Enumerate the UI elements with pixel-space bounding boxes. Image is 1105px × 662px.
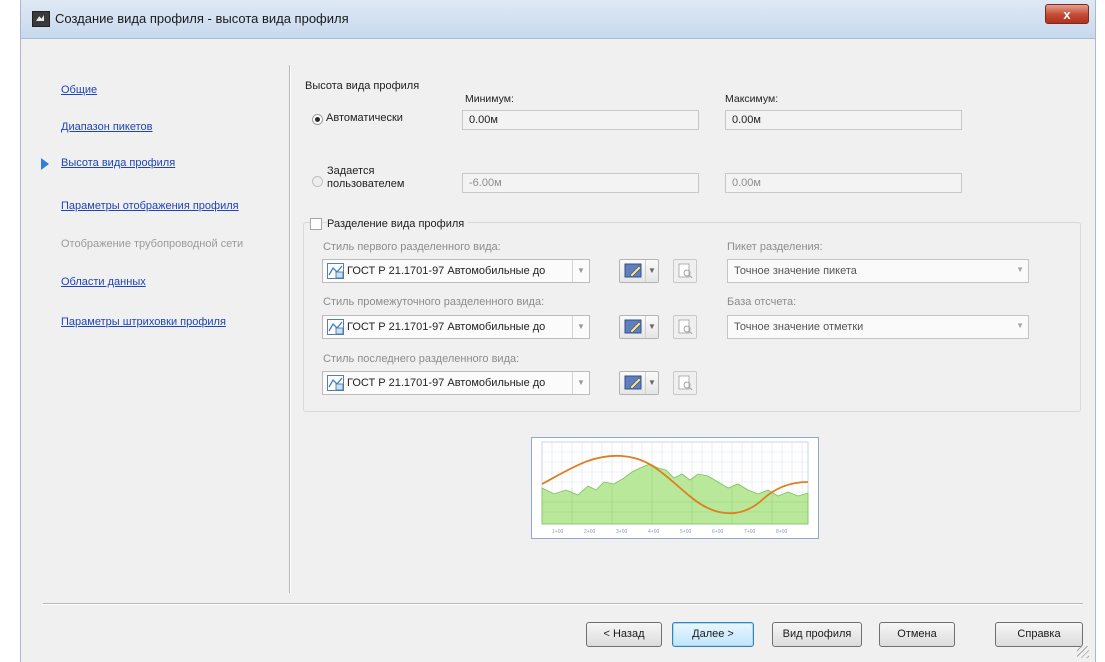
user-min-field[interactable]: -6.00м (462, 173, 699, 193)
auto-max-field: 0.00м (725, 110, 962, 130)
mid-style-preview-button[interactable] (673, 315, 697, 339)
chevron-down-icon: ▼ (572, 260, 589, 282)
last-style-edit-button[interactable]: ▼ (619, 371, 659, 395)
last-style-label: Стиль последнего разделенного вида: (323, 353, 520, 365)
profile-view-style-icon (327, 319, 344, 335)
tick-label: 5+00 (680, 529, 691, 535)
tick-label: 4+00 (648, 529, 659, 535)
tick-label: 7+00 (744, 529, 755, 535)
wizard-nav: Общие Диапазон пикетов Высота вида профи… (21, 38, 291, 598)
mid-style-value: ГОСТ Р 21.1701-97 Автомобильные до (347, 321, 546, 333)
auto-radio[interactable] (312, 114, 323, 125)
create-profile-view-dialog: Создание вида профиля - высота вида проф… (20, 0, 1096, 662)
nav-item-pipe-network-display: Отображение трубопроводной сети (61, 238, 244, 250)
nav-item-hatch-options[interactable]: Параметры штриховки профиля (61, 316, 226, 328)
tick-label: 8+00 (776, 529, 787, 535)
nav-item-data-bands[interactable]: Области данных (61, 276, 146, 288)
chevron-down-icon: ▼ (645, 316, 658, 338)
preview-icon (678, 319, 693, 335)
profile-preview-graphic: 1+00 2+00 3+00 4+00 5+00 6+00 7+00 8+00 (541, 441, 809, 535)
bottom-divider (43, 603, 1083, 605)
user-radio-label-line1: Задается (327, 165, 375, 177)
first-style-edit-button[interactable]: ▼ (619, 259, 659, 283)
create-profile-view-button[interactable]: Вид профиля (772, 622, 862, 647)
tick-label: 2+00 (584, 529, 595, 535)
station-select[interactable]: Точное значение пикета ▼ (727, 259, 1029, 283)
tick-label: 1+00 (552, 529, 563, 535)
mid-style-label: Стиль промежуточного разделенного вида: (323, 296, 545, 308)
station-label: Пикет разделения: (727, 241, 823, 253)
close-button[interactable]: x (1045, 4, 1089, 24)
user-max-field[interactable]: 0.00м (725, 173, 962, 193)
datum-value: Точное значение отметки (734, 321, 864, 333)
tick-label: 6+00 (712, 529, 723, 535)
mid-style-select[interactable]: ГОСТ Р 21.1701-97 Автомобильные до ▼ (322, 315, 590, 339)
profile-view-style-icon (327, 375, 344, 391)
chevron-down-icon: ▼ (572, 372, 589, 394)
preview-icon (678, 263, 693, 279)
window-title: Создание вида профиля - высота вида проф… (55, 11, 349, 26)
chevron-down-icon: ▼ (1016, 265, 1024, 274)
chevron-down-icon: ▼ (645, 260, 658, 282)
height-section-label: Высота вида профиля (305, 80, 420, 92)
max-header: Максимум: (725, 93, 779, 105)
nav-item-profile-display-options[interactable]: Параметры отображения профиля (61, 200, 239, 212)
profile-view-style-icon (327, 263, 344, 279)
resize-grip-icon[interactable] (1077, 646, 1089, 658)
station-value: Точное значение пикета (734, 265, 857, 277)
first-style-select[interactable]: ГОСТ Р 21.1701-97 Автомобильные до ▼ (322, 259, 590, 283)
first-style-preview-button[interactable] (673, 259, 697, 283)
datum-select[interactable]: Точное значение отметки ▼ (727, 315, 1029, 339)
profile-preview: 1+00 2+00 3+00 4+00 5+00 6+00 7+00 8+00 (531, 437, 819, 539)
split-checkbox[interactable] (310, 218, 322, 230)
auto-radio-label: Автоматически (326, 112, 403, 124)
vertical-divider (289, 65, 291, 593)
user-radio[interactable] (312, 176, 323, 187)
chevron-down-icon: ▼ (645, 372, 658, 394)
help-button[interactable]: Справка (995, 622, 1083, 647)
title-bar[interactable]: Создание вида профиля - высота вида проф… (21, 0, 1095, 39)
first-style-label: Стиль первого разделенного вида: (323, 241, 501, 253)
nav-item-profile-view-height[interactable]: Высота вида профиля (61, 157, 175, 169)
app-icon (32, 11, 50, 27)
min-header: Минимум: (465, 93, 514, 105)
auto-min-field: 0.00м (462, 110, 699, 130)
current-step-arrow-icon (41, 158, 49, 170)
cancel-button[interactable]: Отмена (879, 622, 955, 647)
last-style-select[interactable]: ГОСТ Р 21.1701-97 Автомобильные до ▼ (322, 371, 590, 395)
first-style-value: ГОСТ Р 21.1701-97 Автомобильные до (347, 265, 546, 277)
user-radio-label-line2: пользователем (327, 178, 405, 190)
edit-style-icon (624, 375, 642, 390)
last-style-value: ГОСТ Р 21.1701-97 Автомобильные до (347, 377, 546, 389)
nav-item-general[interactable]: Общие (61, 84, 97, 96)
datum-label: База отсчета: (727, 296, 797, 308)
back-button[interactable]: < Назад (586, 622, 662, 647)
chevron-down-icon: ▼ (1016, 321, 1024, 330)
nav-item-station-range[interactable]: Диапазон пикетов (61, 121, 153, 133)
split-checkbox-label: Разделение вида профиля (327, 218, 469, 230)
edit-style-icon (624, 319, 642, 334)
preview-icon (678, 375, 693, 391)
next-button[interactable]: Далее > (672, 622, 754, 647)
edit-style-icon (624, 263, 642, 278)
mid-style-edit-button[interactable]: ▼ (619, 315, 659, 339)
tick-label: 3+00 (616, 529, 627, 535)
last-style-preview-button[interactable] (673, 371, 697, 395)
chevron-down-icon: ▼ (572, 316, 589, 338)
